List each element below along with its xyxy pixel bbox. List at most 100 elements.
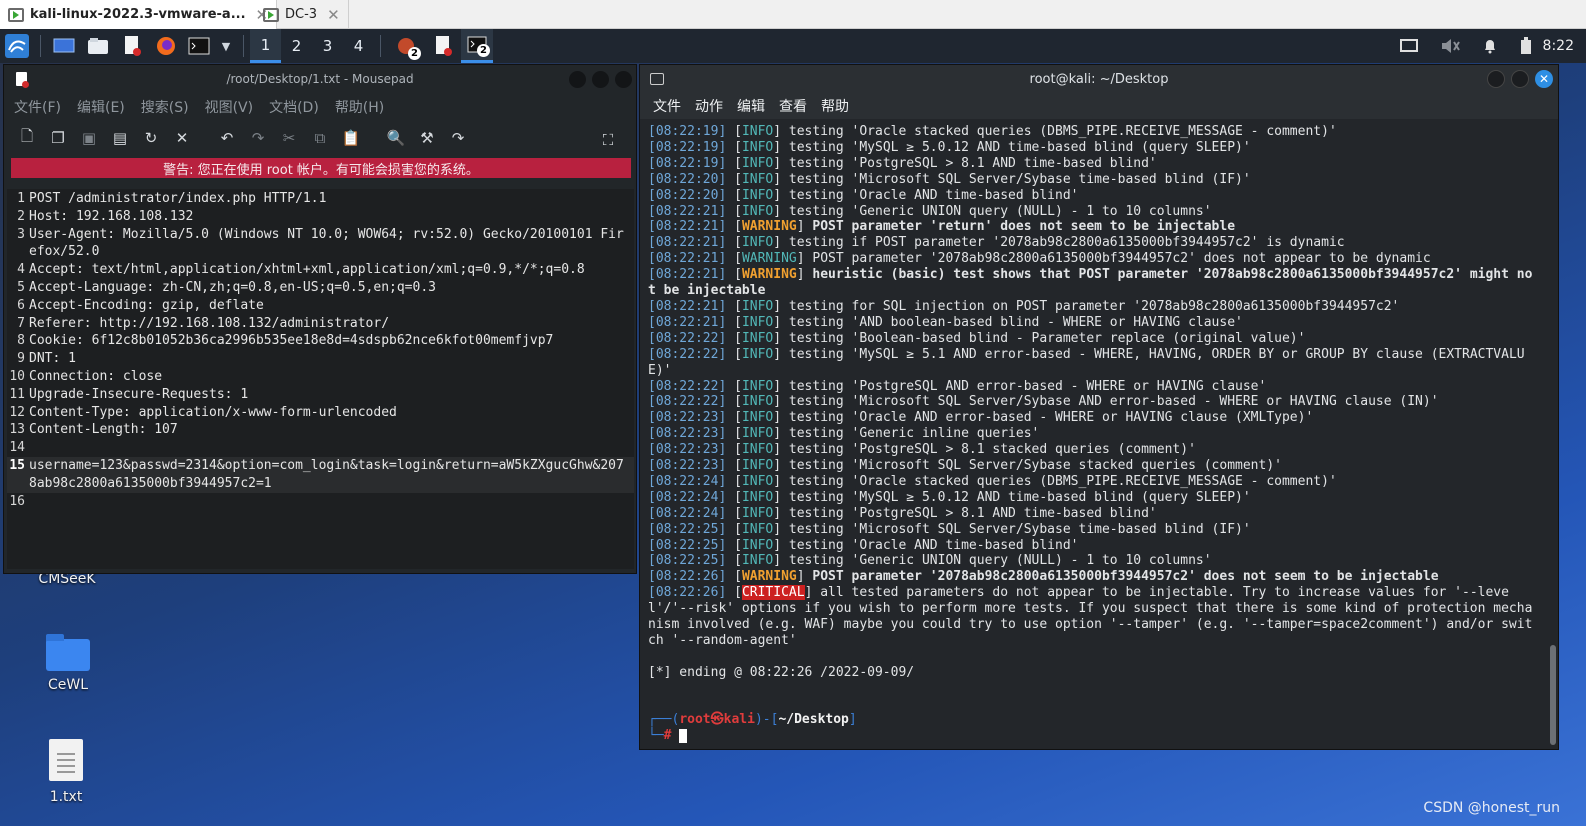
close-icon[interactable]: ✕ bbox=[327, 6, 340, 24]
kali-menu-icon[interactable] bbox=[4, 34, 30, 58]
editor-line[interactable]: 13 Content-Length: 107 bbox=[7, 421, 634, 439]
editor-line[interactable]: 16 bbox=[7, 493, 634, 511]
menu-search[interactable]: 搜索(S) bbox=[141, 97, 189, 117]
menu-document[interactable]: 文档(D) bbox=[269, 97, 319, 117]
editor-line[interactable]: 15 username=123&passwd=2314&option=com_lo… bbox=[7, 456, 634, 493]
log-line: [08:22:19] [INFO] testing 'MySQL ≥ 5.0.1… bbox=[648, 139, 1251, 155]
goto-line-icon[interactable]: ↷ bbox=[447, 127, 469, 149]
terminal-scrollbar[interactable] bbox=[1550, 645, 1556, 745]
editor-line[interactable]: 1 POST /administrator/index.php HTTP/1.1 bbox=[7, 190, 634, 208]
editor-line[interactable]: 3 User-Agent: Mozilla/5.0 (Windows NT 10.… bbox=[7, 226, 634, 262]
log-message: POST parameter '2078ab98c2800a6135000bf3… bbox=[804, 251, 1431, 267]
file-manager-icon[interactable] bbox=[85, 34, 111, 58]
text-editor-area[interactable]: 1 POST /administrator/index.php HTTP/1.1 2… bbox=[7, 189, 634, 569]
close-button[interactable] bbox=[615, 71, 632, 88]
menu-edit[interactable]: 编辑 bbox=[737, 96, 765, 116]
editor-line[interactable]: 12 Content-Type: application/x-www-form-u… bbox=[7, 404, 634, 422]
shell-input-line[interactable]: └─# bbox=[648, 728, 1538, 744]
editor-line[interactable]: 7 Referer: http://192.168.108.132/adminis… bbox=[7, 315, 634, 333]
workspace-3[interactable]: 3 bbox=[312, 29, 343, 63]
vm-tab-bar: kali-linux-2022.3-vmware-a... ✕ DC-3 ✕ bbox=[0, 0, 1586, 29]
mousepad-titlebar[interactable]: /root/Desktop/1.txt - Mousepad bbox=[4, 65, 636, 93]
log-message: testing 'AND boolean-based blind - WHERE… bbox=[781, 314, 1243, 330]
editor-line[interactable]: 14 bbox=[7, 439, 634, 457]
menu-file[interactable]: 文件(F) bbox=[14, 97, 61, 117]
vm-tab-dc3[interactable]: DC-3 ✕ bbox=[255, 0, 349, 29]
task-mousepad[interactable] bbox=[429, 34, 457, 58]
find-icon[interactable]: 🔍 bbox=[385, 127, 407, 149]
log-level: INFO bbox=[741, 505, 774, 521]
text-editor-icon[interactable] bbox=[119, 34, 145, 58]
minimize-button[interactable] bbox=[569, 71, 586, 88]
editor-line[interactable]: 11 Upgrade-Insecure-Requests: 1 bbox=[7, 386, 634, 404]
editor-line[interactable]: 9 DNT: 1 bbox=[7, 350, 634, 368]
fullscreen-icon[interactable]: ⛶ bbox=[597, 129, 619, 151]
line-number: 15 bbox=[9, 457, 25, 473]
editor-line[interactable]: 10 Connection: close bbox=[7, 368, 634, 386]
terminal-titlebar[interactable]: root@kali: ~/Desktop ✕ bbox=[640, 65, 1558, 93]
root-warning-banner: 警告: 您正在使用 root 帐户。有可能会损害您的系统。 bbox=[11, 158, 631, 178]
display-icon[interactable] bbox=[1400, 34, 1418, 58]
editor-line[interactable]: 8 Cookie: 6f12c8b01052b36ca2996b535ee18e8… bbox=[7, 332, 634, 350]
log-message: testing 'PostgreSQL > 8.1 AND time-based… bbox=[781, 155, 1157, 171]
maximize-button[interactable] bbox=[1511, 70, 1529, 88]
close-button[interactable]: ✕ bbox=[1535, 70, 1553, 88]
editor-line[interactable]: 5 Accept-Language: zh-CN,zh;q=0.8,en-US;q… bbox=[7, 279, 634, 297]
menu-view[interactable]: 视图(V) bbox=[205, 97, 254, 117]
log-level: INFO bbox=[741, 378, 774, 394]
editor-line[interactable]: 4 Accept: text/html,application/xhtml+xml… bbox=[7, 261, 634, 279]
vm-tab-kali[interactable]: kali-linux-2022.3-vmware-a... ✕ bbox=[0, 0, 278, 29]
line-text: Accept-Language: zh-CN,zh;q=0.8,en-US;q=… bbox=[29, 279, 436, 295]
menu-action[interactable]: 动作 bbox=[695, 96, 723, 116]
task-group-apps[interactable]: 2 bbox=[391, 34, 421, 60]
terminal-icon[interactable] bbox=[187, 34, 211, 58]
log-timestamp: [08:22:20] bbox=[648, 187, 727, 203]
firefox-icon[interactable] bbox=[153, 34, 179, 58]
log-line: [08:22:22] [INFO] testing 'MySQL ≥ 5.1 A… bbox=[648, 346, 1525, 378]
editor-line[interactable]: 2 Host: 192.168.108.132 bbox=[7, 208, 634, 226]
paste-icon[interactable]: 📋 bbox=[340, 127, 362, 149]
log-line: [08:22:21] [WARNING] POST parameter 'ret… bbox=[648, 219, 1236, 235]
log-line: [08:22:21] [INFO] testing for SQL inject… bbox=[648, 298, 1400, 314]
notification-bell-icon[interactable] bbox=[1482, 34, 1498, 58]
maximize-button[interactable] bbox=[592, 71, 609, 88]
workspace-4[interactable]: 4 bbox=[343, 29, 374, 63]
log-message: POST parameter '2078ab98c2800a6135000bf3… bbox=[804, 569, 1439, 585]
reload-icon[interactable]: ↻ bbox=[140, 127, 162, 149]
line-text: Accept-Encoding: gzip, deflate bbox=[29, 297, 264, 313]
desktop-icon-cewl[interactable]: CeWL bbox=[18, 634, 118, 693]
terminal-output[interactable]: [08:22:19] [INFO] testing 'Oracle stacke… bbox=[640, 120, 1546, 749]
log-timestamp: [08:22:23] bbox=[648, 458, 727, 474]
log-message: testing 'MySQL ≥ 5.1 AND error-based - W… bbox=[648, 346, 1525, 378]
menu-help[interactable]: 帮助(H) bbox=[335, 97, 384, 117]
undo-icon[interactable]: ↶ bbox=[216, 127, 238, 149]
find-replace-icon[interactable]: ⚒ bbox=[416, 127, 438, 149]
new-window-icon[interactable]: ❐ bbox=[47, 127, 69, 149]
desktop-icon-1txt[interactable]: 1.txt bbox=[16, 739, 116, 805]
cut-icon[interactable]: ✂ bbox=[278, 127, 300, 149]
redo-icon[interactable]: ↷ bbox=[247, 127, 269, 149]
menu-view[interactable]: 查看 bbox=[779, 96, 807, 116]
battery-icon[interactable] bbox=[1520, 34, 1532, 58]
chevron-down-icon[interactable]: ▼ bbox=[219, 34, 233, 58]
workspace-2[interactable]: 2 bbox=[281, 29, 312, 63]
new-document-icon[interactable]: 🗋 bbox=[16, 127, 38, 149]
menu-file[interactable]: 文件 bbox=[653, 96, 681, 116]
menu-bar: 文件 动作 编辑 查看 帮助 bbox=[640, 93, 1558, 119]
close-icon[interactable]: ✕ bbox=[171, 127, 193, 149]
log-timestamp: [08:22:23] bbox=[648, 426, 727, 442]
menu-help[interactable]: 帮助 bbox=[821, 96, 849, 116]
panel-clock[interactable]: 8:22 bbox=[1543, 29, 1574, 63]
copy-icon[interactable]: ⧉ bbox=[309, 127, 331, 149]
workspace-1[interactable]: 1 bbox=[250, 29, 281, 63]
menu-edit[interactable]: 编辑(E) bbox=[77, 97, 125, 117]
minimize-button[interactable] bbox=[1487, 70, 1505, 88]
show-desktop-icon[interactable] bbox=[51, 34, 77, 58]
save-as-icon[interactable]: ▤ bbox=[109, 127, 131, 149]
editor-line[interactable]: 6 Accept-Encoding: gzip, deflate bbox=[7, 297, 634, 315]
save-icon[interactable]: ▣ bbox=[78, 127, 100, 149]
volume-muted-icon[interactable] bbox=[1440, 34, 1460, 58]
log-message: testing 'Microsoft SQL Server/Sybase tim… bbox=[781, 521, 1251, 537]
task-terminal[interactable]: 2 bbox=[461, 29, 493, 63]
log-level: INFO bbox=[741, 410, 774, 426]
